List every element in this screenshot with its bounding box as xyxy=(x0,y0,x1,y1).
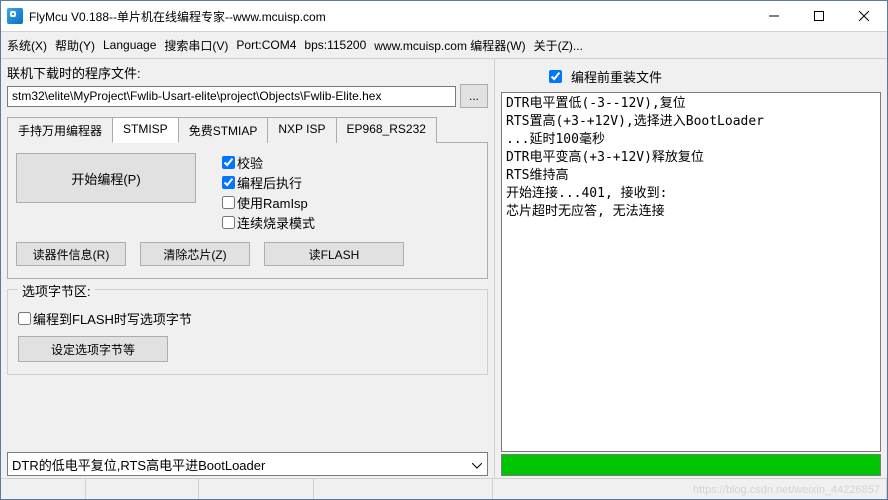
file-path-input[interactable] xyxy=(7,86,456,107)
menu-bps[interactable]: bps:115200 xyxy=(304,38,366,52)
check-run-after[interactable]: 编程后执行 xyxy=(222,173,315,192)
option-bytes-title: 选项字节区: xyxy=(18,281,95,300)
menu-port[interactable]: Port:COM4 xyxy=(236,38,296,52)
tab-stmiap[interactable]: 免费STMIAP xyxy=(178,117,269,143)
minimize-button[interactable] xyxy=(751,1,796,31)
dtr-rts-mode-combo[interactable]: DTR的低电平复位,RTS高电平进BootLoader xyxy=(7,452,488,476)
tab-stmisp[interactable]: STMISP xyxy=(112,117,179,143)
window-title: FlyMcu V0.188--单片机在线编程专家--www.mcuisp.com xyxy=(29,8,326,25)
check-continuous[interactable]: 连续烧录模式 xyxy=(222,213,315,232)
statusbar xyxy=(1,478,887,499)
menu-language[interactable]: Language xyxy=(103,38,156,52)
read-flash-button[interactable]: 读FLASH xyxy=(264,242,404,266)
combo-value: DTR的低电平复位,RTS高电平进BootLoader xyxy=(12,455,265,474)
checkbox-run-after[interactable] xyxy=(222,176,235,189)
log-output[interactable]: DTR电平置低(-3--12V),复位 RTS置高(+3-+12V),选择进入B… xyxy=(501,92,881,452)
check-reinstall-before[interactable]: 编程前重装文件 xyxy=(545,67,881,86)
progress-bar xyxy=(501,454,881,476)
menu-search-port[interactable]: 搜索串口(V) xyxy=(164,37,228,54)
checkbox-verify[interactable] xyxy=(222,156,235,169)
checkbox-continuous[interactable] xyxy=(222,216,235,229)
close-button[interactable] xyxy=(841,1,887,31)
browse-button[interactable]: ... xyxy=(460,84,488,108)
check-write-option-bytes[interactable]: 编程到FLASH时写选项字节 xyxy=(18,309,477,328)
set-option-bytes-button[interactable]: 设定选项字节等 xyxy=(18,336,168,362)
app-icon xyxy=(7,8,23,24)
tab-ep968[interactable]: EP968_RS232 xyxy=(336,117,437,143)
tab-handheld[interactable]: 手持万用编程器 xyxy=(7,117,113,143)
chevron-down-icon xyxy=(469,457,485,472)
maximize-button[interactable] xyxy=(796,1,841,31)
tab-panel-stmisp: 开始编程(P) 校验 编程后执行 使用RamIsp xyxy=(7,142,488,279)
tabs: 手持万用编程器 STMISP 免费STMIAP NXP ISP EP968_RS… xyxy=(7,116,488,142)
menu-about[interactable]: 关于(Z)... xyxy=(534,37,583,54)
erase-chip-button[interactable]: 清除芯片(Z) xyxy=(140,242,250,266)
checkbox-reinstall-before[interactable] xyxy=(549,70,562,83)
check-verify[interactable]: 校验 xyxy=(222,153,315,172)
check-use-ramisp[interactable]: 使用RamIsp xyxy=(222,193,315,212)
read-device-info-button[interactable]: 读器件信息(R) xyxy=(16,242,126,266)
menubar: 系统(X) 帮助(Y) Language 搜索串口(V) Port:COM4 b… xyxy=(1,32,887,59)
file-label: 联机下载时的程序文件: xyxy=(7,63,488,82)
start-programming-button[interactable]: 开始编程(P) xyxy=(16,153,196,203)
menu-system[interactable]: 系统(X) xyxy=(7,37,47,54)
menu-help[interactable]: 帮助(Y) xyxy=(55,37,95,54)
checkbox-write-option-bytes[interactable] xyxy=(18,312,31,325)
checkbox-use-ramisp[interactable] xyxy=(222,196,235,209)
option-bytes-group: 选项字节区: 编程到FLASH时写选项字节 设定选项字节等 xyxy=(7,289,488,375)
titlebar: FlyMcu V0.188--单片机在线编程专家--www.mcuisp.com xyxy=(1,1,887,32)
menu-programmer[interactable]: www.mcuisp.com 编程器(W) xyxy=(374,37,525,54)
tab-nxpisp[interactable]: NXP ISP xyxy=(267,117,336,143)
